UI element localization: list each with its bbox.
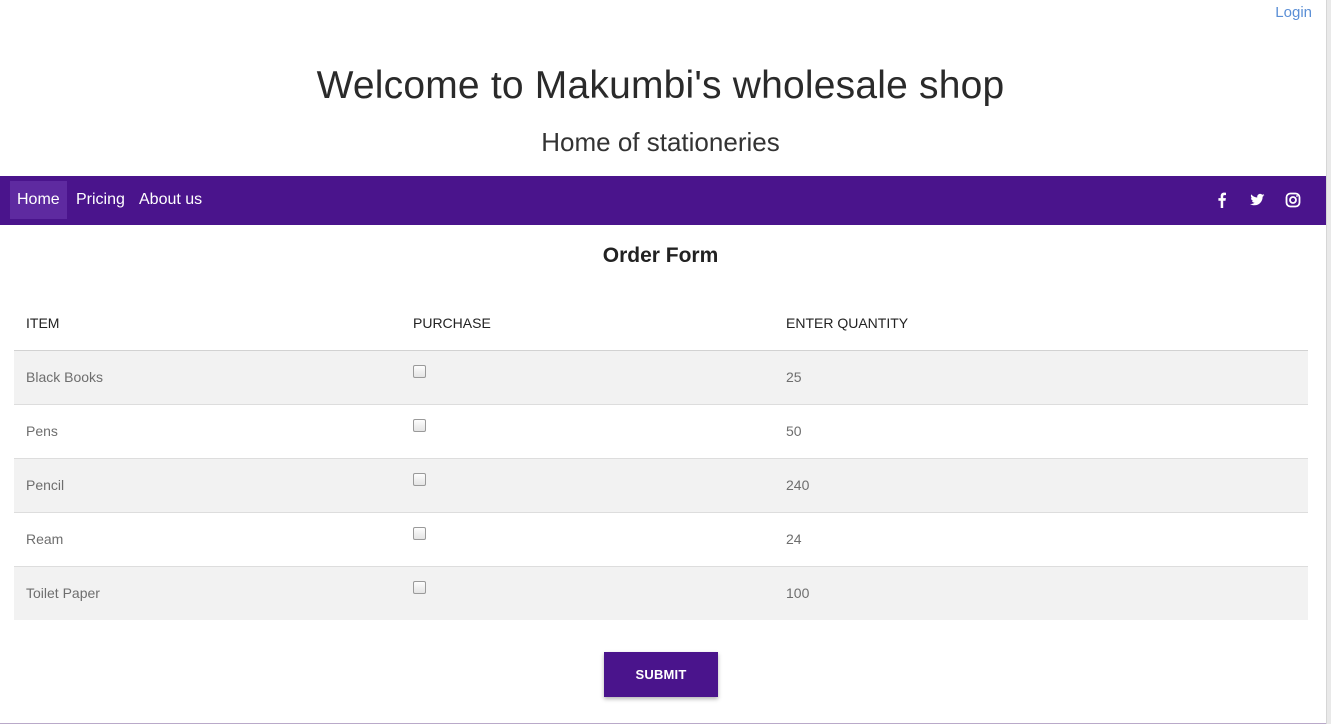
table-header-row: ITEM PURCHASE ENTER QUANTITY [14,296,1308,351]
purchase-cell [401,404,774,459]
purchase-cell [401,566,774,620]
item-name: Toilet Paper [26,585,100,602]
table-row: Ream 24 [14,512,1308,567]
purchase-checkbox[interactable] [413,473,426,486]
purchase-cell [401,350,774,405]
item-name: Pens [14,404,401,459]
quantity-value[interactable]: 24 [774,512,1308,567]
purchase-cell [401,512,774,567]
order-table: ITEM PURCHASE ENTER QUANTITY Black Books… [14,296,1308,620]
table-row: Pens 50 [14,404,1308,459]
quantity-value[interactable]: 25 [774,350,1308,405]
nav-item-home[interactable]: Home [10,181,67,219]
facebook-icon[interactable] [1213,191,1231,209]
item-name: Black Books [14,350,401,405]
site-title: Welcome to Makumbi's wholesale shop [316,64,1005,107]
column-header-quantity: ENTER QUANTITY [774,296,1308,351]
purchase-cell [401,458,774,513]
navbar: Home Pricing About us [0,176,1326,225]
quantity-value[interactable]: 50 [774,404,1308,459]
purchase-checkbox[interactable] [413,419,426,432]
twitter-icon[interactable] [1248,191,1266,209]
quantity-value[interactable]: 240 [774,458,1308,513]
scrollbar[interactable] [1326,0,1331,724]
column-header-item: ITEM [14,296,401,351]
purchase-checkbox[interactable] [413,581,426,595]
column-header-purchase: PURCHASE [401,296,774,351]
nav-item-pricing[interactable]: Pricing [76,181,125,219]
submit-button[interactable]: SUBMIT [604,652,718,697]
site-subtitle: Home of stationeries [541,127,780,157]
quantity-value[interactable]: 100 [774,566,1308,620]
table-row: Toilet Paper 100 [14,566,1308,620]
page: Login Welcome to Makumbi's wholesale sho… [0,0,1331,724]
item-name: Ream [14,512,401,567]
table-row: Pencil 240 [14,458,1308,513]
item-name: Pencil [14,458,401,513]
instagram-icon[interactable] [1284,191,1302,209]
purchase-checkbox[interactable] [413,527,426,540]
table-row: Black Books 25 [14,350,1308,405]
nav-item-about-us[interactable]: About us [139,181,202,219]
login-link[interactable]: Login [1275,4,1312,21]
purchase-checkbox[interactable] [413,365,426,378]
order-form-heading: Order Form [602,244,719,267]
